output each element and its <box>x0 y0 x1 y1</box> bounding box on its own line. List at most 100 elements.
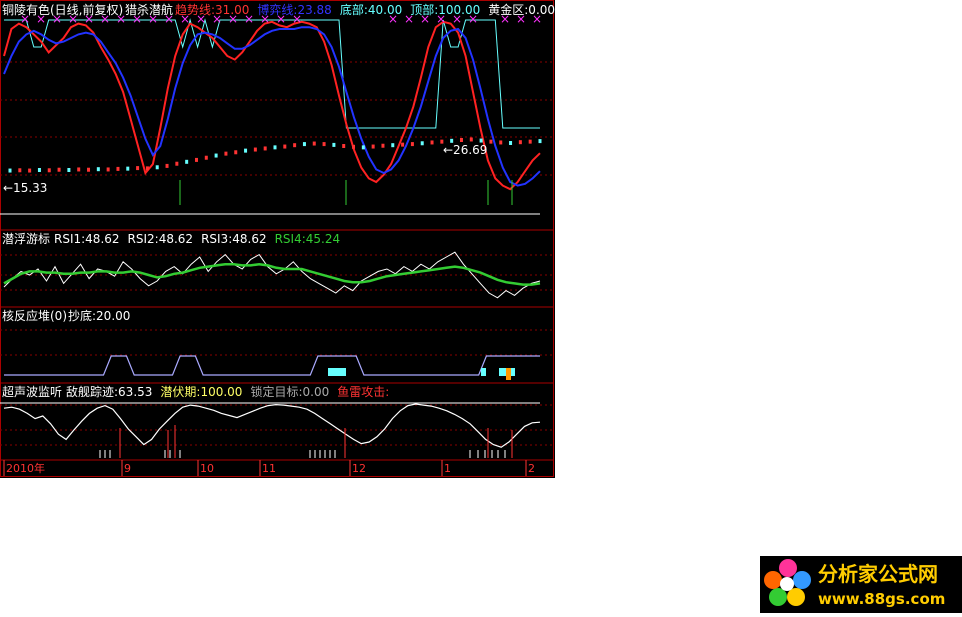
price-candle <box>509 141 513 145</box>
price-candle <box>136 166 140 171</box>
flower-icon <box>764 559 811 606</box>
chaodi-line <box>4 355 540 376</box>
price-candle <box>224 151 228 156</box>
price-candle <box>165 163 169 168</box>
price-candle <box>106 167 110 172</box>
price-candle <box>489 139 493 144</box>
price-candle <box>126 166 130 171</box>
rsi-title: 潜浮游标 <box>2 232 50 246</box>
chaoshengbo-title: 超声波监听 <box>2 384 62 399</box>
price-candle <box>332 142 336 147</box>
price-candle <box>381 143 385 148</box>
legend-label: 顶部:100.00 <box>410 2 480 17</box>
price-candle <box>18 168 22 173</box>
price-candle <box>538 139 542 144</box>
legend-label: RSI3:48.62 <box>201 232 267 246</box>
x-tick-label: 1 <box>444 462 451 475</box>
price-candle <box>253 147 257 152</box>
price-candle <box>87 167 91 172</box>
game-line <box>3 26 541 187</box>
hefanying-title: 核反应堆(0) <box>2 308 67 323</box>
legend-label: 博弈线:23.88 <box>257 2 331 17</box>
price-candle <box>293 143 297 148</box>
legend-label: 底部:40.00 <box>340 2 402 17</box>
price-candle <box>430 140 434 145</box>
logo-graphic: 分析家公式网 www.88gs.com <box>764 559 945 608</box>
x-tick-label: 11 <box>262 462 276 475</box>
price-candle <box>96 167 100 172</box>
legend-label: 锁定目标:0.00 <box>250 384 329 399</box>
price-candle <box>8 168 12 173</box>
price-candle <box>420 141 424 146</box>
site-logo: 分析家公式网 www.88gs.com <box>760 556 962 613</box>
price-candle <box>145 166 149 171</box>
price-candle <box>479 138 483 143</box>
signal-block <box>481 368 486 376</box>
kline-title: 铜陵有色(日线,前复权) <box>2 2 123 17</box>
x-tick-label: 2010年 <box>6 461 45 475</box>
legend-label: 抄底:20.00 <box>68 308 130 323</box>
price-candle <box>361 145 365 150</box>
legend-label: 潜伏期:100.00 <box>160 385 242 399</box>
price-candle <box>459 138 463 142</box>
price-annotation: ←26.69 <box>443 143 487 157</box>
price-candle <box>312 141 316 146</box>
price-candle <box>234 150 238 155</box>
x-tick-label: 10 <box>200 462 214 475</box>
top-marker: × <box>132 12 142 26</box>
price-candle <box>204 155 208 160</box>
price-candle <box>263 146 267 151</box>
x-tick-label: 2 <box>528 462 535 475</box>
price-candle <box>273 145 277 150</box>
price-candle <box>214 153 218 158</box>
x-axis: 2010年 9 10 11 12 1 2 <box>3 460 535 476</box>
price-candle <box>283 144 287 149</box>
trace-line <box>3 403 541 448</box>
price-candle <box>37 168 41 172</box>
price-candle <box>499 140 503 145</box>
hefanying-panel <box>4 355 540 380</box>
kline-legend: 趋势线:31.00 博弈线:23.88 底部:40.00 顶部:100.00 黄金区:0… <box>175 2 555 17</box>
price-candle <box>342 144 346 148</box>
legend-label: RSI1:48.62 <box>54 232 120 246</box>
legend-label: 黄金区:0.00 <box>488 2 555 17</box>
hefanying-legend: 抄底:20.00 <box>68 308 130 323</box>
legend-label: RSI4:45.24 <box>275 232 341 246</box>
trend-line <box>3 20 541 191</box>
signal-block <box>328 368 346 376</box>
legend-label: 鱼雷攻击: <box>337 385 389 399</box>
legend-label: 敌舰踪迹:63.53 <box>66 384 152 399</box>
top-marker: × <box>164 12 174 26</box>
price-candle <box>155 165 159 170</box>
price-candle <box>77 167 81 172</box>
price-candle <box>185 159 189 164</box>
price-candle <box>518 140 522 145</box>
price-candle <box>194 157 198 162</box>
price-candle <box>391 143 395 148</box>
signal-block <box>506 368 511 380</box>
price-candle <box>244 148 248 153</box>
price-candle <box>47 168 51 173</box>
logo-url: www.88gs.com <box>818 590 945 608</box>
legend-label: 趋势线:31.00 <box>175 3 249 17</box>
logo-title: 分析家公式网 <box>818 562 938 586</box>
x-tick-label: 9 <box>124 462 131 475</box>
x-tick-label: 12 <box>352 462 366 475</box>
price-candle <box>322 142 326 147</box>
chart-canvas: 猎杀潜航× × × × × × × × × × × × × × × × × × × × × × × × × × ×←26.69←15… <box>0 0 555 478</box>
price-candle <box>28 168 32 173</box>
price-candle <box>371 144 375 149</box>
price-candle <box>410 142 414 147</box>
price-candle <box>528 139 532 144</box>
price-candle <box>401 142 405 147</box>
legend-label: RSI2:48.62 <box>128 232 194 246</box>
price-candle <box>469 137 473 142</box>
price-candle <box>175 161 179 166</box>
price-candle <box>67 168 71 172</box>
price-annotation: ←15.33 <box>3 181 47 195</box>
rsi-legend: RSI1:48.62 RSI2:48.62 RSI3:48.62 RSI4:45.24 <box>54 232 340 246</box>
rsi4-line <box>3 262 541 286</box>
top-marker: × <box>148 12 158 26</box>
price-candle <box>57 167 61 172</box>
price-candle <box>116 166 120 171</box>
